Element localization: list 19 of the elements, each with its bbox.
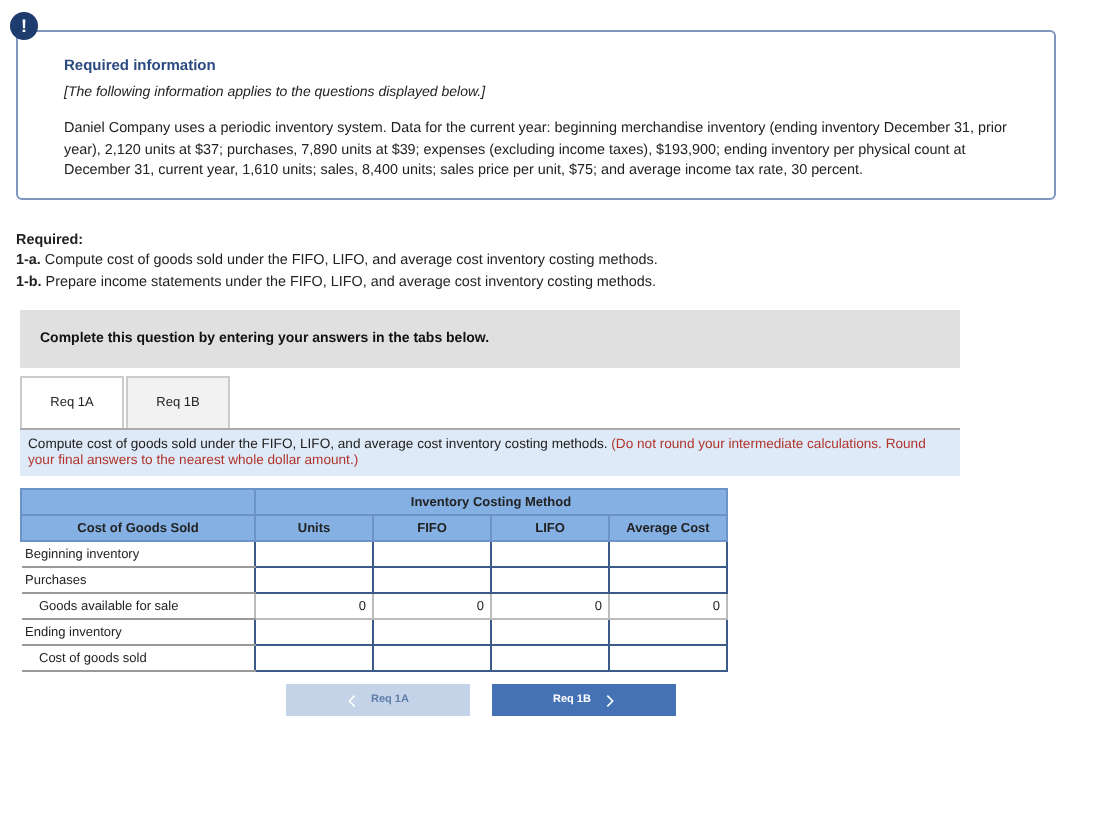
input-field[interactable] [373, 619, 491, 645]
input-field[interactable] [609, 645, 727, 671]
input-field[interactable] [255, 541, 373, 567]
input-field[interactable] [373, 541, 491, 567]
input-field[interactable] [255, 619, 373, 645]
chevron-left-icon [347, 693, 356, 707]
input-field[interactable] [609, 541, 727, 567]
chevron-right-icon [606, 693, 615, 707]
alert-icon: ! [10, 12, 38, 40]
input-field[interactable] [609, 619, 727, 645]
input-field[interactable] [373, 567, 491, 593]
input-field[interactable] [609, 567, 727, 593]
input-field[interactable] [255, 645, 373, 671]
input-field[interactable] [373, 645, 491, 671]
input-field[interactable] [491, 619, 609, 645]
input-field[interactable] [491, 567, 609, 593]
input-field[interactable] [255, 567, 373, 593]
input-field[interactable] [491, 541, 609, 567]
input-field[interactable] [491, 645, 609, 671]
